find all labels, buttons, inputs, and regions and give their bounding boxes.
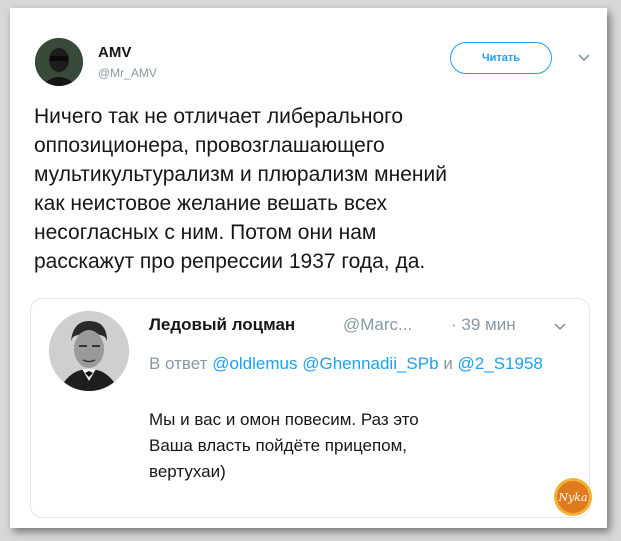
quoted-tweet-text: Мы и вас и омон повесим. Раз это Ваша вл… xyxy=(149,410,419,481)
author-avatar[interactable] xyxy=(35,38,83,86)
follow-button[interactable]: Читать xyxy=(450,42,552,74)
mention-joiner: и xyxy=(443,354,453,373)
tweet-text: Ничего так не отличает либерального оппо… xyxy=(34,105,447,273)
author-avatar-image xyxy=(35,38,83,86)
mention-link[interactable]: @2_S1958 xyxy=(458,354,543,373)
quoted-timestamp[interactable]: · 39 мин xyxy=(451,315,516,335)
watermark-logo: Nyka xyxy=(554,478,592,516)
chevron-down-icon[interactable] xyxy=(577,50,591,64)
quoted-author-avatar[interactable] xyxy=(49,311,129,391)
reply-context: В ответ @oldlemus @Ghennadii_SPb и @2_S1… xyxy=(149,351,559,376)
svg-text:Nyka: Nyka xyxy=(557,491,587,504)
author-handle[interactable]: @Mr_AMV xyxy=(98,66,157,80)
quoted-chevron-down-icon[interactable] xyxy=(553,319,567,333)
quoted-tweet[interactable]: Ледовый лоцман @Marc... · 39 мин В ответ… xyxy=(30,298,590,518)
quoted-author-name[interactable]: Ледовый лоцман xyxy=(149,315,295,335)
reply-prefix: В ответ xyxy=(149,354,208,373)
mention-link[interactable]: @oldlemus xyxy=(212,354,297,373)
author-name[interactable]: AMV xyxy=(98,44,131,61)
mention-link[interactable]: @Ghennadii_SPb xyxy=(302,354,438,373)
quoted-author-handle[interactable]: @Marc... xyxy=(343,315,412,335)
tweet-card: AMV @Mr_AMV Читать Ничего так не отличае… xyxy=(10,8,607,528)
quoted-avatar-image xyxy=(49,311,129,391)
